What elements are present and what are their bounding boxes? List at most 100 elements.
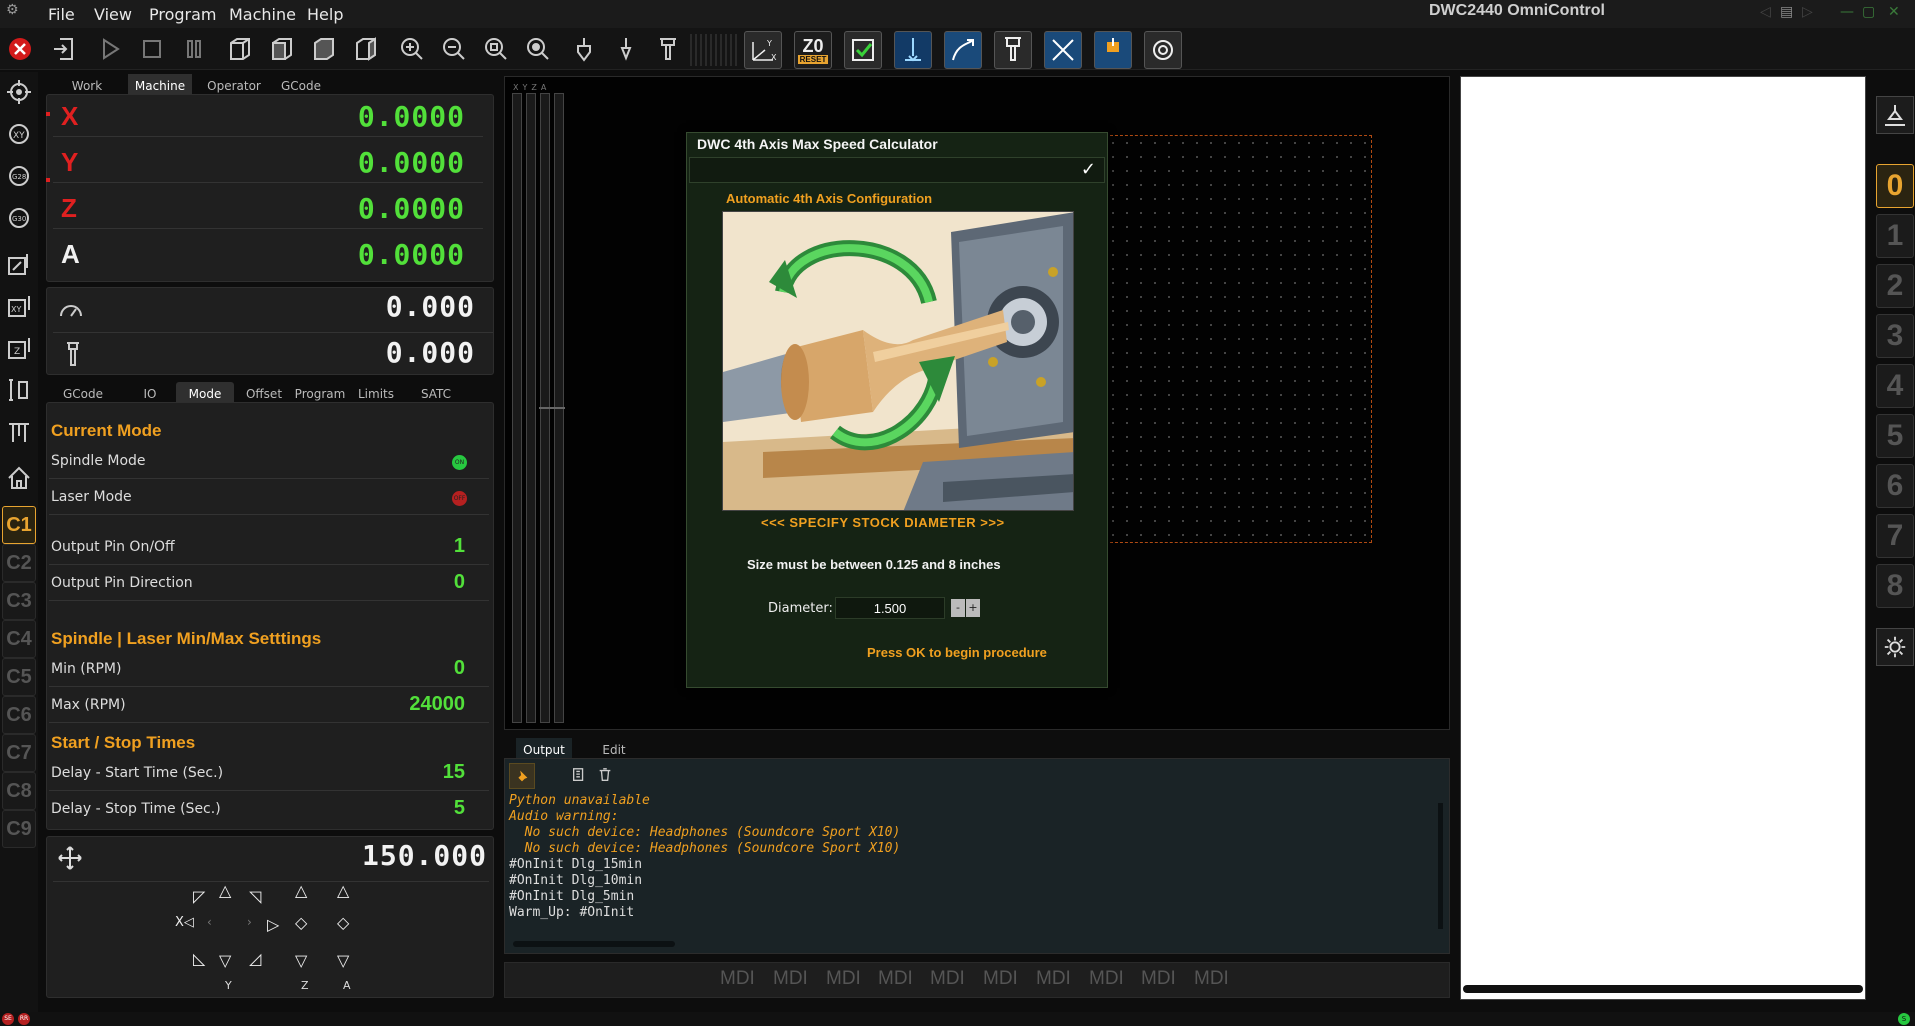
ok-check-icon[interactable]: ✓ <box>1081 159 1096 180</box>
delay-start-value[interactable]: 15 <box>443 761 465 784</box>
mdi-button-3[interactable]: MDI <box>826 968 861 990</box>
custom-button-c8[interactable]: C8 <box>2 772 36 810</box>
close-window-icon[interactable]: ✕ <box>1888 4 1900 20</box>
fourth-axis-calc-button[interactable] <box>1044 31 1082 69</box>
menu-help[interactable]: Help <box>307 5 343 24</box>
mdi-button-8[interactable]: MDI <box>1089 968 1124 990</box>
jog-a-plus-icon[interactable]: △ <box>337 881 349 900</box>
output-vscrollbar[interactable] <box>1438 803 1443 929</box>
menu-program[interactable]: Program <box>149 5 217 24</box>
zero-all-icon[interactable] <box>2 246 36 282</box>
tool-setter-icon[interactable] <box>2 414 36 450</box>
play-button[interactable] <box>92 31 128 67</box>
dro-value-a[interactable]: 0.0000 <box>358 238 465 271</box>
zoom-out-icon[interactable] <box>436 31 472 67</box>
checklist-button[interactable] <box>844 31 882 69</box>
jog-x-plus-small-icon[interactable]: › <box>247 915 252 929</box>
output-hscrollbar[interactable] <box>513 941 675 947</box>
zoom-in-icon[interactable] <box>394 31 430 67</box>
view-side-button[interactable] <box>348 31 384 67</box>
jog-z-plus-icon[interactable]: △ <box>295 881 307 900</box>
jog-y-minus-icon[interactable]: ▽ <box>219 951 231 970</box>
max-rpm-value[interactable]: 24000 <box>409 693 465 716</box>
dro-value-z[interactable]: 0.0000 <box>358 192 465 225</box>
diameter-decrement-button[interactable]: - <box>951 599 965 617</box>
spindle-speed-value[interactable]: 0.000 <box>386 336 475 369</box>
settings-ring-button[interactable] <box>1144 31 1182 69</box>
touch-plate-icon[interactable] <box>608 31 644 67</box>
z0-reset-button[interactable]: Z0 RESET <box>794 31 832 69</box>
jog-x-minus-icon[interactable]: X◁ <box>175 915 194 930</box>
mdi-button-1[interactable]: MDI <box>720 968 755 990</box>
mdi-button-6[interactable]: MDI <box>983 968 1018 990</box>
zero-xy-icon[interactable]: XY <box>2 116 36 152</box>
jog-y-plus-icon[interactable]: △ <box>219 881 231 900</box>
pin-icon[interactable] <box>509 763 535 789</box>
jog-z-step-icon[interactable]: ◇ <box>295 913 307 932</box>
jog-x-minus-small-icon[interactable]: ‹ <box>207 915 212 929</box>
spindle-mode-led[interactable]: ON <box>452 455 467 470</box>
menu-icon[interactable]: ▤ <box>1780 4 1793 20</box>
menu-file[interactable]: File <box>48 5 75 24</box>
tool-slot-3[interactable]: 3 <box>1876 314 1914 358</box>
nav-back-icon[interactable]: ◁ <box>1760 4 1771 20</box>
custom-button-c9[interactable]: C9 <box>2 810 36 848</box>
jog-up-right-icon[interactable]: ◹ <box>249 887 261 906</box>
load-file-button[interactable] <box>46 31 82 67</box>
jog-x-plus-icon[interactable]: ▷ <box>267 915 279 934</box>
tool-change-icon[interactable] <box>650 31 686 67</box>
zoom-fit-icon[interactable] <box>478 31 514 67</box>
jog-up-left-icon[interactable]: ◸ <box>193 887 205 906</box>
mdi-button-10[interactable]: MDI <box>1194 968 1229 990</box>
view-top-button[interactable] <box>306 31 342 67</box>
gear-icon[interactable] <box>1876 628 1914 666</box>
probe-z-icon[interactable]: Z <box>2 330 36 366</box>
custom-button-c3[interactable]: C3 <box>2 582 36 620</box>
estop-button[interactable] <box>2 31 38 67</box>
tool-slot-0[interactable]: 0 <box>1876 164 1914 208</box>
tool-slot-1[interactable]: 1 <box>1876 214 1914 258</box>
home-target-icon[interactable] <box>2 74 36 110</box>
maximize-icon[interactable]: ▢ <box>1862 4 1875 20</box>
custom-button-c7[interactable]: C7 <box>2 734 36 772</box>
dro-value-y[interactable]: 0.0000 <box>358 146 465 179</box>
axis-config-button[interactable]: YX <box>744 31 782 69</box>
mdi-button-5[interactable]: MDI <box>930 968 965 990</box>
tool-slot-7[interactable]: 7 <box>1876 514 1914 558</box>
custom-button-c2[interactable]: C2 <box>2 544 36 582</box>
goto-g28-icon[interactable]: G28 <box>2 158 36 194</box>
tool-slot-2[interactable]: 2 <box>1876 264 1914 308</box>
rotary-axis-button[interactable] <box>944 31 982 69</box>
tool-table-button[interactable] <box>1876 96 1914 134</box>
diameter-increment-button[interactable]: + <box>966 599 980 617</box>
spindle-mode-row[interactable]: Spindle Mode ON <box>49 445 489 479</box>
jog-down-left-icon[interactable]: ◺ <box>193 949 205 968</box>
laser-mode-row[interactable]: Laser Mode OFF <box>49 481 489 515</box>
laser-button[interactable] <box>894 31 932 69</box>
delay-stop-value[interactable]: 5 <box>454 797 465 820</box>
nav-forward-icon[interactable]: ▷ <box>1802 4 1813 20</box>
mdi-button-7[interactable]: MDI <box>1036 968 1071 990</box>
park-button[interactable] <box>1094 31 1132 69</box>
custom-button-c1[interactable]: C1 <box>2 506 36 544</box>
jog-down-right-icon[interactable]: ◿ <box>249 949 261 968</box>
pause-button[interactable] <box>176 31 212 67</box>
clear-log-icon[interactable] <box>597 767 613 787</box>
output-console[interactable]: Python unavailable Audio warning: No suc… <box>504 758 1450 954</box>
menu-view[interactable]: View <box>94 5 132 24</box>
view-front-button[interactable] <box>264 31 300 67</box>
minimize-icon[interactable]: — <box>1840 4 1854 20</box>
feed-rate-value[interactable]: 0.000 <box>386 290 475 323</box>
diameter-input[interactable] <box>835 597 945 619</box>
probe-xy-icon[interactable]: XY <box>2 288 36 324</box>
min-rpm-value[interactable]: 0 <box>454 657 465 680</box>
laser-mode-led[interactable]: OFF <box>452 491 467 506</box>
jog-a-step-icon[interactable]: ◇ <box>337 913 349 932</box>
preview-scrollbar[interactable] <box>1463 985 1863 993</box>
output-pin-direction-value[interactable]: 0 <box>454 571 465 594</box>
tool-slot-5[interactable]: 5 <box>1876 414 1914 458</box>
jog-step-value[interactable]: 150.000 <box>362 839 487 872</box>
goto-g30-icon[interactable]: G30 <box>2 200 36 236</box>
output-pin-onoff-value[interactable]: 1 <box>454 535 465 558</box>
tool-slot-6[interactable]: 6 <box>1876 464 1914 508</box>
